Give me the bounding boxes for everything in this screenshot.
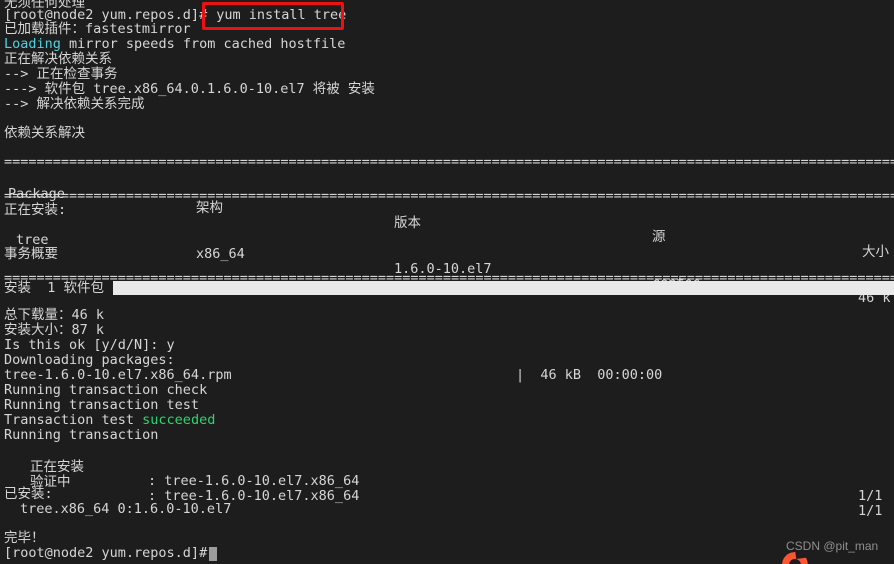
terminal-line-installed-size: 安装大小：87 k xyxy=(4,322,105,338)
loading-keyword: Loading xyxy=(4,36,61,52)
transaction-test-status: succeeded xyxy=(142,412,216,428)
terminal-line-downloading-packages: Downloading packages: xyxy=(4,352,175,368)
terminal-line-complete: 完毕！ xyxy=(4,530,45,546)
terminal-cursor xyxy=(209,547,217,561)
terminal-line-installed-package: tree.x86_64 0:1.6.0-10.el7 xyxy=(20,501,232,517)
terminal-line-dependencies-resolved: 依赖关系解决 xyxy=(4,125,85,141)
terminal-line-transaction-check: Running transaction check xyxy=(4,382,208,398)
rpm-download-progress: | 46 kB 00:00:00 xyxy=(516,367,663,383)
terminal-line-package-will-install: ---> 软件包 tree.x86_64.0.1.6.0-10.el7 将被 安… xyxy=(4,81,375,97)
terminal-line-installed-header: 已安装: xyxy=(4,486,53,502)
loading-rest: mirror speeds from cached hostfile xyxy=(60,36,346,52)
separator-top: ========================================… xyxy=(4,155,894,170)
table-row: tree x86_64 1.6.0-10.el7 centos 46 k xyxy=(0,218,894,320)
cell-package: tree xyxy=(16,231,49,248)
terminal-line-total-download-size: 总下载量：46 k xyxy=(4,307,105,323)
terminal-line-install-count: 安装 1 软件包 xyxy=(4,280,105,296)
terminal-window[interactable]: 无须任何处理 [root@node2 yum.repos.d]# yum inst… xyxy=(0,0,894,564)
terminal-line-checking-transaction: --> 正在检查事务 xyxy=(4,66,118,82)
terminal-line-resolving-deps: 正在解决依赖关系 xyxy=(4,51,112,67)
separator-under-header: ========================================… xyxy=(4,189,894,204)
typed-command: yum install tree xyxy=(216,7,347,23)
rpm-filename: tree-1.6.0-10.el7.x86_64.rpm xyxy=(4,367,232,383)
terminal-line-rpm-download: tree-1.6.0-10.el7.x86_64.rpm | 46 kB 00:0… xyxy=(0,368,894,383)
terminal-line-transaction-test-result: Transaction test succeeded xyxy=(0,413,894,428)
transaction-test-prefix: Transaction test xyxy=(4,412,143,428)
terminal-line-resolve-finished: --> 解决依赖关系完成 xyxy=(4,96,145,112)
terminal-line-transaction-test: Running transaction test xyxy=(4,397,200,413)
terminal-line-plugins: 已加载插件：fastestmirror xyxy=(4,21,191,37)
terminal-line-running-transaction: Running transaction xyxy=(4,427,159,443)
terminal-line-installing-section: 正在安装: xyxy=(4,202,67,218)
terminal-line-transaction-summary: 事务概要 xyxy=(4,246,58,262)
terminal-line-loading-mirror: Loading mirror speeds from cached hostfi… xyxy=(0,37,894,52)
csdn-logo-icon xyxy=(782,552,812,564)
terminal-prompt-line-bottom: [root@node2 yum.repos.d]# xyxy=(4,545,208,561)
terminal-line-confirm-prompt: Is this ok [y/d/N]: y xyxy=(4,337,175,353)
